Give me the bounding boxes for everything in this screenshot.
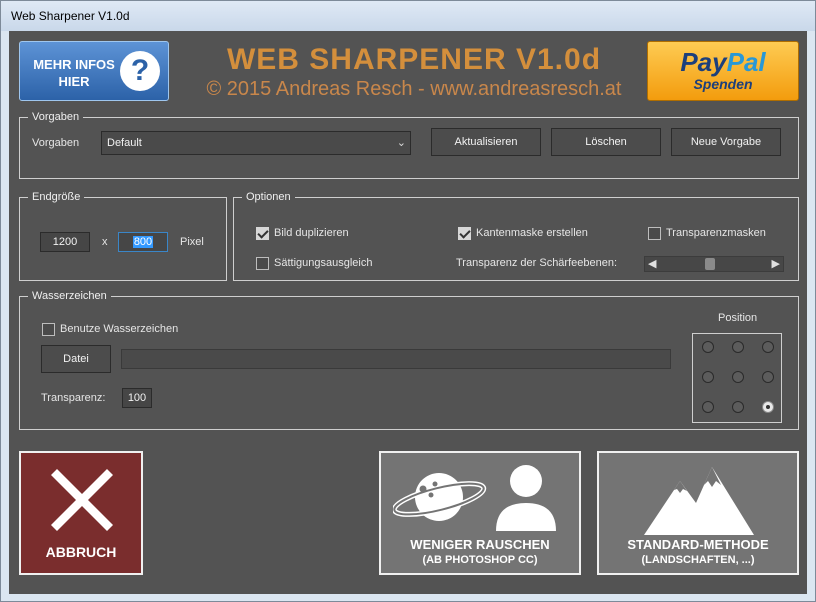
paypal-donate-label: Spenden (693, 76, 753, 92)
question-mark-icon: ? (120, 51, 160, 91)
cancel-label: ABBRUCH (45, 544, 117, 560)
options-group: Optionen Bild duplizieren Kantenmaske er… (233, 191, 799, 281)
position-top-left-radio[interactable] (702, 341, 714, 353)
position-bottom-left-radio[interactable] (702, 401, 714, 413)
position-middle-left-radio[interactable] (702, 371, 714, 383)
use-watermark-checkbox[interactable] (42, 323, 55, 336)
duplicate-image-checkbox[interactable] (256, 227, 269, 240)
window-title: Web Sharpener V1.0d (11, 9, 130, 23)
preset-select[interactable]: Default ⌄ (101, 131, 411, 155)
less-noise-title: WENIGER RAUSCHEN (410, 537, 550, 552)
preset-selected-value: Default (107, 137, 142, 149)
position-label: Position (718, 312, 758, 324)
standard-method-subtitle: (LANDSCHAFTEN, ...) (641, 554, 755, 566)
position-center-radio[interactable] (732, 371, 744, 383)
options-legend: Optionen (246, 191, 291, 203)
watermark-file-path[interactable] (121, 349, 671, 369)
person-icon (496, 465, 556, 531)
file-button[interactable]: Datei (41, 345, 111, 373)
position-bottom-center-radio[interactable] (732, 401, 744, 413)
mountains-icon (644, 467, 754, 535)
watermark-transparency-input[interactable]: 100 (122, 388, 152, 408)
pixel-unit-label: Pixel (180, 236, 204, 248)
height-input[interactable]: 800 (118, 232, 168, 252)
chevron-down-icon: ⌄ (396, 137, 406, 149)
position-middle-right-radio[interactable] (762, 371, 774, 383)
use-watermark-label[interactable]: Benutze Wasserzeichen (60, 323, 178, 335)
app-body: MEHR INFOS HIER ? WEB SHARPENER V1.0d © … (9, 31, 807, 594)
app-window: Web Sharpener V1.0d MEHR INFOS HIER ? WE… (0, 0, 816, 602)
more-info-button[interactable]: MEHR INFOS HIER ? (19, 41, 169, 101)
presets-label: Vorgaben (32, 137, 80, 149)
edge-mask-label[interactable]: Kantenmaske erstellen (476, 227, 588, 239)
position-top-right-radio[interactable] (762, 341, 774, 353)
paypal-logo: PayPal (680, 47, 766, 77)
saturation-checkbox[interactable] (256, 257, 269, 270)
app-subtitle: © 2015 Andreas Resch - www.andreasresch.… (206, 78, 622, 100)
final-size-legend: Endgröße (32, 191, 81, 203)
watermark-transparency-label: Transparenz: (41, 392, 106, 404)
new-preset-button[interactable]: Neue Vorgabe (671, 128, 781, 156)
saturation-label[interactable]: Sättigungsausgleich (274, 257, 372, 269)
right-arrow-icon[interactable]: ▶ (772, 257, 780, 271)
update-button[interactable]: Aktualisieren (431, 128, 541, 156)
position-bottom-right-radio[interactable] (762, 401, 774, 413)
final-size-group: Endgröße 1200 x 800 Pixel (19, 191, 227, 281)
app-title: WEB SHARPENER V1.0d (226, 43, 602, 76)
size-separator: x (102, 236, 108, 248)
duplicate-image-label[interactable]: Bild duplizieren (274, 227, 349, 239)
x-icon (51, 469, 113, 531)
less-noise-button[interactable]: WENIGER RAUSCHEN (AB PHOTOSHOP CC) (379, 451, 581, 575)
watermark-group: Wasserzeichen Benutze Wasserzeichen Date… (19, 290, 799, 430)
presets-group: Vorgaben Vorgaben Default ⌄ Aktualisiere… (19, 111, 799, 179)
position-grid (692, 333, 782, 423)
standard-method-title: STANDARD-METHODE (627, 537, 769, 552)
presets-legend: Vorgaben (32, 111, 80, 123)
left-arrow-icon[interactable]: ◀ (648, 257, 656, 271)
transparency-masks-label[interactable]: Transparenzmasken (666, 227, 766, 239)
edge-mask-checkbox[interactable] (458, 227, 471, 240)
width-input[interactable]: 1200 (40, 232, 90, 252)
watermark-legend: Wasserzeichen (32, 290, 107, 302)
delete-button[interactable]: Löschen (551, 128, 661, 156)
position-top-center-radio[interactable] (732, 341, 744, 353)
planet-icon (393, 473, 487, 521)
transparency-masks-checkbox[interactable] (648, 227, 661, 240)
paypal-donate-button[interactable]: PayPal Spenden (647, 41, 799, 101)
standard-method-button[interactable]: STANDARD-METHODE (LANDSCHAFTEN, ...) (597, 451, 799, 575)
slider-thumb[interactable] (705, 258, 715, 270)
title-bar[interactable]: Web Sharpener V1.0d (1, 1, 815, 31)
cancel-button[interactable]: ABBRUCH (19, 451, 143, 575)
layer-transparency-slider[interactable]: ◀ ▶ (644, 256, 784, 272)
less-noise-subtitle: (AB PHOTOSHOP CC) (422, 554, 538, 566)
layer-transparency-label: Transparenz der Schärfeebenen: (456, 257, 618, 269)
more-info-label: MEHR INFOS HIER (33, 57, 115, 89)
